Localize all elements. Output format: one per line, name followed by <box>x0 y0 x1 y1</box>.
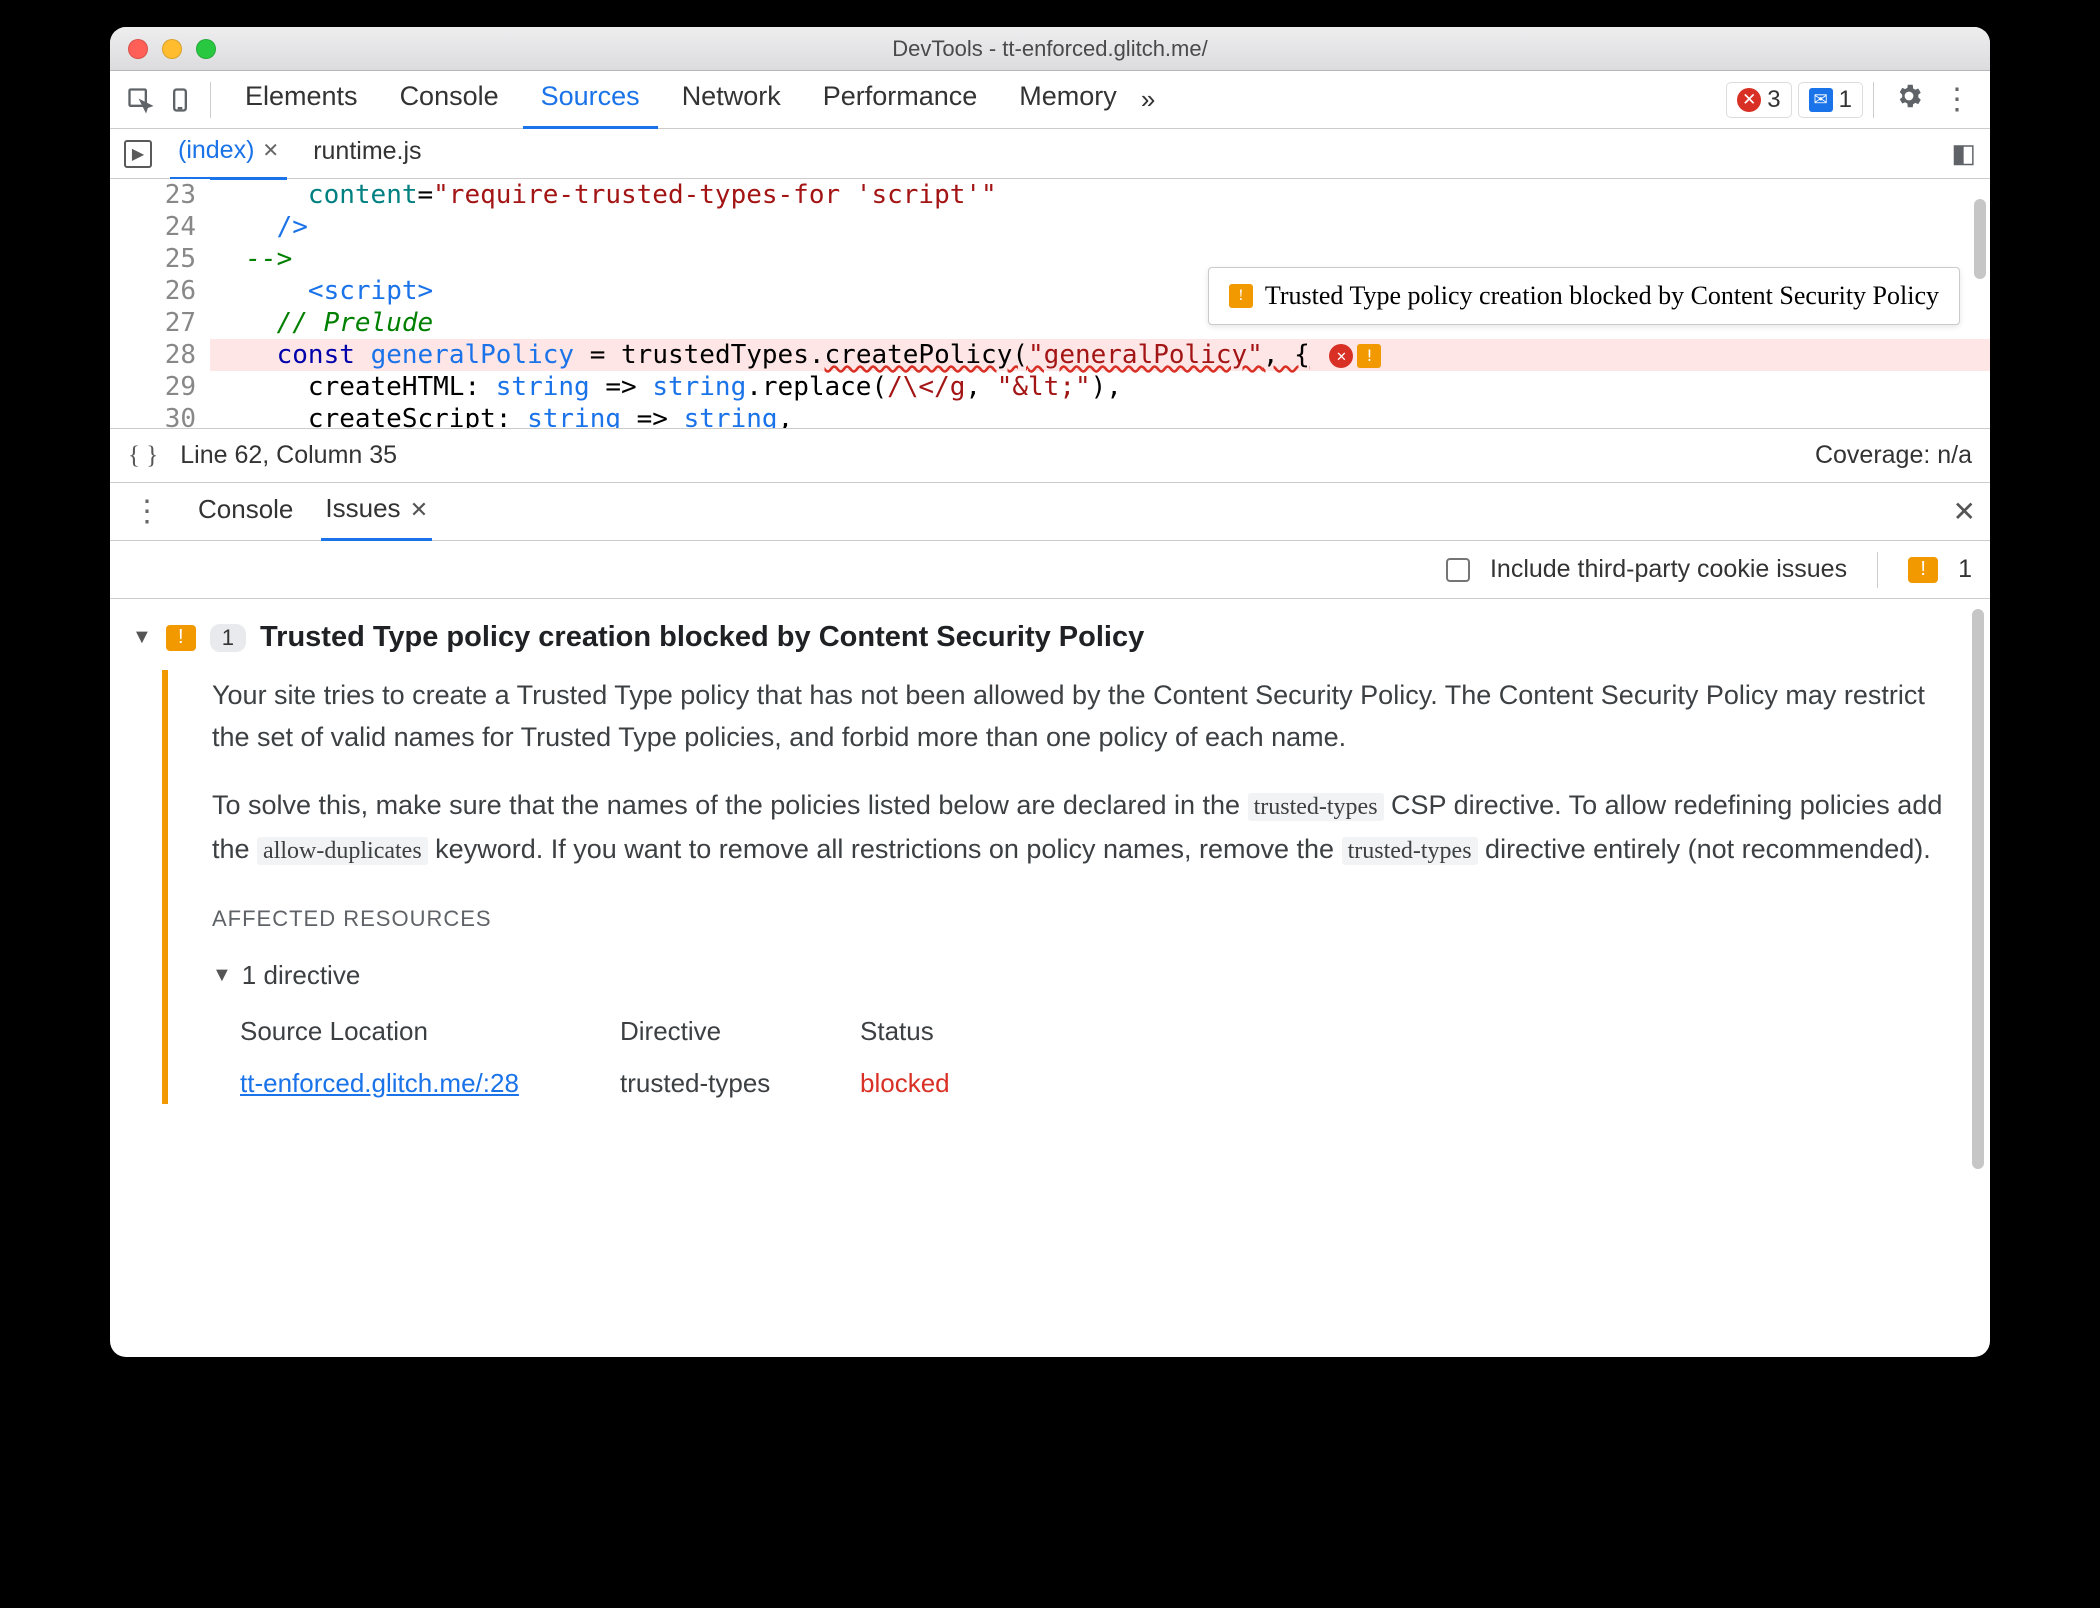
code-editor[interactable]: 2324252627282930 content="require-truste… <box>110 179 1990 429</box>
error-tooltip: ! Trusted Type policy creation blocked b… <box>1208 267 1960 325</box>
issues-filter-row: Include third-party cookie issues ! 1 <box>110 541 1990 599</box>
directive-group[interactable]: ▼ 1 directive <box>212 954 1944 996</box>
message-icon: ✉ <box>1809 88 1833 112</box>
tooltip-text: Trusted Type policy creation blocked by … <box>1265 280 1939 312</box>
main-toolbar: Elements Console Sources Network Perform… <box>110 71 1990 129</box>
issue-paragraph-1: Your site tries to create a Trusted Type… <box>212 674 1944 758</box>
code-allow-duplicates: allow-duplicates <box>257 837 428 865</box>
issue-count-badge: 1 <box>210 624 246 652</box>
editor-scrollbar[interactable] <box>1974 199 1986 279</box>
drawer-tab-issues[interactable]: Issues ✕ <box>321 483 432 541</box>
close-file-icon[interactable]: ✕ <box>262 138 279 163</box>
drawer-tabs: ⋮ Console Issues ✕ ✕ <box>110 483 1990 541</box>
error-icon: ✕ <box>1737 88 1761 112</box>
close-drawer-tab-icon[interactable]: ✕ <box>410 497 428 522</box>
warning-count: 1 <box>1958 555 1972 584</box>
third-party-label: Include third-party cookie issues <box>1490 555 1847 584</box>
expand-triangle-icon[interactable]: ▼ <box>132 626 152 649</box>
tab-console[interactable]: Console <box>382 71 517 129</box>
expand-triangle-icon[interactable]: ▼ <box>212 954 232 996</box>
file-tab-runtime[interactable]: runtime.js <box>305 129 429 178</box>
sources-subbar: ▶ (index) ✕ runtime.js ◧ <box>110 129 1990 179</box>
tab-network[interactable]: Network <box>664 71 799 129</box>
status-value: blocked <box>860 1062 1060 1104</box>
separator <box>1877 552 1878 588</box>
cursor-position: Line 62, Column 35 <box>180 441 397 470</box>
message-count: 1 <box>1839 86 1852 114</box>
issues-panel[interactable]: ▼ ! 1 Trusted Type policy creation block… <box>110 599 1990 1357</box>
devtools-window: DevTools - tt-enforced.glitch.me/ Elemen… <box>110 27 1990 1357</box>
error-count: 3 <box>1767 86 1780 114</box>
warning-marker-icon[interactable]: ! <box>1357 344 1381 368</box>
warning-chip-icon: ! <box>1908 557 1938 583</box>
device-toolbar-icon[interactable] <box>160 80 200 120</box>
file-tab-label: (index) <box>178 136 254 165</box>
tab-memory[interactable]: Memory <box>1001 71 1135 129</box>
warning-icon: ! <box>166 625 196 651</box>
pretty-print-icon[interactable]: { } <box>128 442 158 470</box>
col-directive: Directive <box>620 1010 860 1052</box>
affected-resources-heading: AFFECTED RESOURCES <box>212 898 1944 940</box>
error-marker-icon[interactable]: ✕ <box>1329 344 1353 368</box>
drawer-tab-console[interactable]: Console <box>194 484 297 539</box>
tab-performance[interactable]: Performance <box>805 71 996 129</box>
code-trusted-types-2: trusted-types <box>1342 837 1478 865</box>
error-count-badge[interactable]: ✕ 3 <box>1726 82 1791 118</box>
inspect-element-icon[interactable] <box>120 80 160 120</box>
warning-icon: ! <box>1229 284 1253 308</box>
third-party-checkbox[interactable] <box>1446 558 1470 582</box>
show-debugger-pane-icon[interactable]: ◧ <box>1951 138 1976 169</box>
editor-status-bar: { } Line 62, Column 35 Coverage: n/a <box>110 429 1990 483</box>
issue-paragraph-2: To solve this, make sure that the names … <box>212 784 1944 872</box>
directive-count: 1 directive <box>242 954 361 996</box>
titlebar: DevTools - tt-enforced.glitch.me/ <box>110 27 1990 71</box>
tab-elements[interactable]: Elements <box>227 71 376 129</box>
directive-value: trusted-types <box>620 1062 860 1104</box>
source-location-link[interactable]: tt-enforced.glitch.me/:28 <box>240 1068 519 1098</box>
settings-gear-icon[interactable] <box>1894 81 1924 119</box>
code-trusted-types: trusted-types <box>1248 793 1384 821</box>
col-source: Source Location <box>240 1010 620 1052</box>
issues-scrollbar[interactable] <box>1972 609 1984 1169</box>
drawer-kebab-icon[interactable]: ⋮ <box>132 494 162 529</box>
panel-tabs: Elements Console Sources Network Perform… <box>227 71 1135 129</box>
separator <box>210 82 211 118</box>
line-gutter: 2324252627282930 <box>110 179 210 429</box>
window-title: DevTools - tt-enforced.glitch.me/ <box>110 36 1990 62</box>
file-tab-label: runtime.js <box>313 137 421 166</box>
issue-body: Your site tries to create a Trusted Type… <box>162 670 1968 1104</box>
close-drawer-icon[interactable]: ✕ <box>1953 495 1976 528</box>
affected-table: Source Location Directive Status tt-enfo… <box>240 1010 1944 1104</box>
coverage-info: Coverage: n/a <box>1815 441 1972 470</box>
tab-sources[interactable]: Sources <box>523 71 658 129</box>
message-count-badge[interactable]: ✉ 1 <box>1798 82 1863 118</box>
issue-title: Trusted Type policy creation blocked by … <box>260 621 1144 654</box>
drawer-tab-label: Issues <box>325 493 400 523</box>
show-navigator-icon[interactable]: ▶ <box>124 140 152 168</box>
kebab-menu-icon[interactable]: ⋮ <box>1942 82 1972 117</box>
more-tabs-icon[interactable]: » <box>1135 74 1161 125</box>
file-tab-index[interactable]: (index) ✕ <box>170 128 287 180</box>
col-status: Status <box>860 1010 1060 1052</box>
issue-header[interactable]: ▼ ! 1 Trusted Type policy creation block… <box>132 621 1968 654</box>
separator <box>1873 82 1874 118</box>
